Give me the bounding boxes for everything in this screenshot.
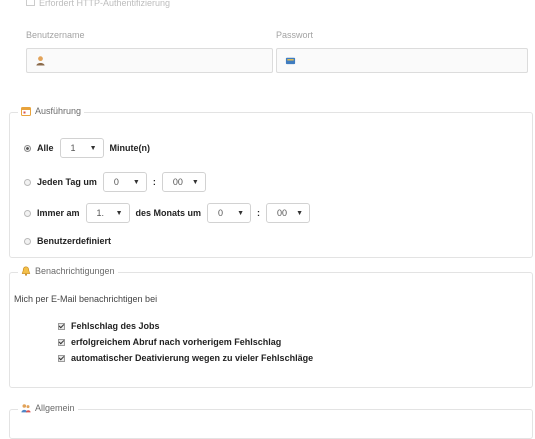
schedule-every-row: Alle 1 ▼ Minute(n): [24, 138, 150, 158]
schedule-monthly-label: Immer am: [37, 208, 80, 218]
general-legend: Allgemein: [18, 403, 78, 413]
monthly-middle-label: des Monats um: [135, 208, 202, 218]
chevron-down-icon: ▼: [132, 178, 140, 186]
interval-unit-label: Minute(n): [109, 143, 151, 153]
notify-option-label: automatischer Deativierung wegen zu viel…: [71, 353, 314, 363]
schedule-custom-radio[interactable]: [24, 237, 31, 245]
notify-job-failure-checkbox[interactable]: [58, 322, 65, 330]
calendar-icon: [21, 107, 31, 116]
key-icon: [285, 57, 296, 65]
notify-option: automatischer Deativierung wegen zu viel…: [58, 353, 313, 363]
chevron-down-icon: ▼: [89, 144, 97, 152]
time-separator: :: [257, 208, 261, 218]
chevron-down-icon: ▼: [191, 178, 199, 186]
bell-icon: [21, 266, 31, 276]
chevron-down-icon: ▼: [296, 209, 304, 217]
password-label: Passwort: [276, 30, 314, 40]
http-auth-legend: Erfordert HTTP-Authentifizierung: [26, 0, 170, 8]
time-separator: :: [152, 177, 156, 187]
monthly-hour-select[interactable]: 0 ▼: [207, 203, 252, 223]
every-interval-select[interactable]: 1 ▼: [59, 138, 104, 158]
notify-option: Fehlschlag des Jobs: [58, 321, 160, 331]
notifications-intro: Mich per E-Mail benachrichtigen bei: [14, 294, 158, 304]
username-field[interactable]: [26, 48, 273, 73]
notify-option-label: erfolgreichem Abruf nach vorherigem Fehl…: [71, 337, 282, 347]
execution-legend: Ausführung: [18, 106, 85, 116]
notify-option-label: Fehlschlag des Jobs: [71, 321, 160, 331]
users-icon: [21, 404, 31, 413]
password-field[interactable]: [276, 48, 528, 73]
chevron-down-icon: ▼: [115, 209, 123, 217]
notifications-legend: Benachrichtigungen: [18, 266, 118, 276]
schedule-daily-row: Jeden Tag um 0 ▼ : 00 ▼: [24, 172, 206, 192]
daily-minute-select[interactable]: 00 ▼: [161, 172, 206, 192]
schedule-monthly-row: Immer am 1. ▼ des Monats um 0 ▼ : 00 ▼: [24, 203, 311, 223]
username-label: Benutzername: [26, 30, 85, 40]
schedule-every-label: Alle: [37, 143, 54, 153]
notify-recovery-checkbox[interactable]: [58, 338, 65, 346]
chevron-down-icon: ▼: [237, 209, 245, 217]
notify-option: erfolgreichem Abruf nach vorherigem Fehl…: [58, 337, 281, 347]
schedule-monthly-radio[interactable]: [24, 209, 31, 217]
schedule-custom-row: Benutzerdefiniert: [24, 236, 111, 246]
general-fieldset: [9, 409, 533, 439]
notify-deactivation-checkbox[interactable]: [58, 354, 65, 362]
monthly-minute-select[interactable]: 00 ▼: [266, 203, 311, 223]
monthly-day-select[interactable]: 1. ▼: [85, 203, 130, 223]
schedule-custom-label: Benutzerdefiniert: [37, 236, 112, 246]
schedule-every-radio[interactable]: [24, 144, 31, 152]
checkbox-icon[interactable]: [26, 0, 35, 6]
user-icon: [36, 56, 45, 66]
daily-hour-select[interactable]: 0 ▼: [102, 172, 147, 192]
schedule-daily-radio[interactable]: [24, 178, 31, 186]
schedule-daily-label: Jeden Tag um: [37, 177, 97, 187]
